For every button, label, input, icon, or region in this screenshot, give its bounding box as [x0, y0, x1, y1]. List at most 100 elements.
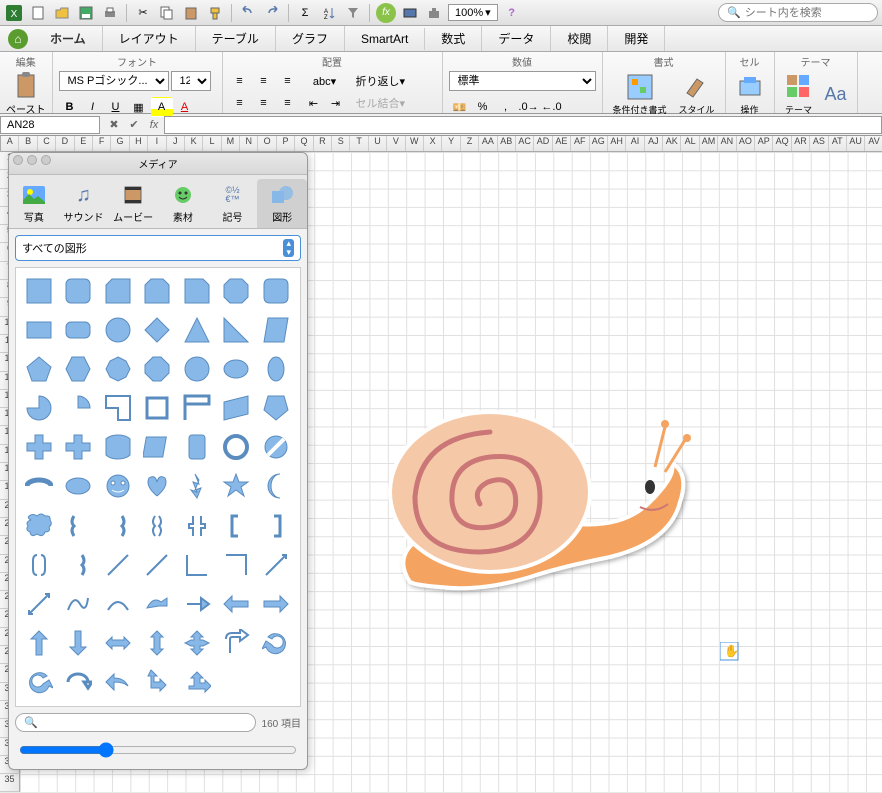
toolbox-icon[interactable]	[424, 3, 444, 23]
font-color-button[interactable]: A	[174, 97, 196, 117]
tab-review[interactable]: 校閲	[551, 26, 608, 51]
shape-item[interactable]	[140, 626, 174, 660]
column-header[interactable]: AU	[847, 136, 865, 151]
shape-item[interactable]	[61, 626, 95, 660]
column-header[interactable]: AV	[865, 136, 882, 151]
shape-item[interactable]	[219, 469, 253, 503]
align-left[interactable]: ≡	[229, 93, 251, 113]
tab-layout[interactable]: レイアウト	[103, 26, 196, 51]
shape-item[interactable]	[22, 430, 56, 464]
help-icon[interactable]: ?	[502, 3, 522, 23]
shape-item[interactable]	[140, 313, 174, 347]
border-button[interactable]: ▦	[128, 97, 150, 117]
bold-button[interactable]: B	[59, 97, 81, 117]
column-header[interactable]: S	[332, 136, 350, 151]
shape-item[interactable]	[259, 352, 293, 386]
shape-item[interactable]	[180, 391, 214, 425]
column-header[interactable]: AO	[737, 136, 755, 151]
shape-item[interactable]	[101, 313, 135, 347]
cancel-icon[interactable]: ✖	[104, 116, 124, 134]
copy-icon[interactable]	[157, 3, 177, 23]
shape-item[interactable]	[22, 548, 56, 582]
media-search-input[interactable]	[38, 717, 247, 729]
cut-icon[interactable]: ✂	[133, 3, 153, 23]
shape-item[interactable]	[259, 430, 293, 464]
column-header[interactable]: AM	[700, 136, 718, 151]
shape-item[interactable]	[180, 274, 214, 308]
indent-decrease[interactable]: ⇤	[303, 93, 325, 113]
shape-item[interactable]	[22, 509, 56, 543]
align-top-left[interactable]: ≡	[229, 71, 251, 91]
column-header[interactable]: AH	[608, 136, 626, 151]
shape-item[interactable]	[22, 626, 56, 660]
shape-item[interactable]	[22, 274, 56, 308]
currency-button[interactable]: 💴	[449, 97, 471, 117]
shape-item[interactable]	[219, 626, 253, 660]
theme-font-button[interactable]: Aa	[821, 82, 851, 107]
paste-icon[interactable]	[181, 3, 201, 23]
column-header[interactable]: AB	[498, 136, 516, 151]
align-center[interactable]: ≡	[253, 93, 275, 113]
column-header[interactable]: N	[240, 136, 258, 151]
shape-item[interactable]	[101, 548, 135, 582]
new-icon[interactable]	[28, 3, 48, 23]
show-icon[interactable]	[400, 3, 420, 23]
shape-item[interactable]	[259, 274, 293, 308]
tab-table[interactable]: テーブル	[196, 26, 276, 51]
name-box[interactable]	[0, 116, 100, 134]
shape-item[interactable]	[61, 352, 95, 386]
shape-item[interactable]	[180, 430, 214, 464]
shape-item[interactable]	[61, 313, 95, 347]
shape-item[interactable]	[101, 274, 135, 308]
column-header[interactable]: K	[185, 136, 203, 151]
column-header[interactable]: AP	[755, 136, 773, 151]
tab-develop[interactable]: 開発	[608, 26, 665, 51]
home-icon[interactable]: ⌂	[8, 29, 28, 49]
tab-smartart[interactable]: SmartArt	[345, 28, 425, 50]
shape-item[interactable]	[219, 587, 253, 621]
theme-button[interactable]: テーマ	[781, 71, 817, 118]
column-header[interactable]: AE	[553, 136, 571, 151]
shape-item[interactable]	[61, 509, 95, 543]
shape-item[interactable]	[22, 469, 56, 503]
shape-item[interactable]	[22, 313, 56, 347]
shape-item[interactable]	[180, 313, 214, 347]
format-painter-icon[interactable]	[205, 3, 225, 23]
tab-data[interactable]: データ	[482, 26, 551, 51]
shape-item[interactable]	[61, 391, 95, 425]
column-header[interactable]: AF	[571, 136, 589, 151]
filter-icon[interactable]	[343, 3, 363, 23]
tab-formula[interactable]: 数式	[425, 26, 482, 51]
column-header[interactable]: J	[167, 136, 185, 151]
column-header[interactable]: AJ	[645, 136, 663, 151]
shape-item[interactable]	[140, 469, 174, 503]
column-header[interactable]: D	[56, 136, 74, 151]
column-header[interactable]: E	[75, 136, 93, 151]
search-box[interactable]: 🔍	[718, 3, 878, 22]
column-header[interactable]: AT	[829, 136, 847, 151]
merge-button[interactable]: セル結合▾	[351, 93, 411, 113]
shape-item[interactable]	[219, 352, 253, 386]
column-header[interactable]: O	[258, 136, 276, 151]
column-header[interactable]: AR	[792, 136, 810, 151]
shape-item[interactable]	[180, 665, 214, 699]
column-header[interactable]: C	[38, 136, 56, 151]
shape-item[interactable]	[259, 469, 293, 503]
shape-item[interactable]	[180, 626, 214, 660]
media-tab-movie[interactable]: ムービー	[108, 179, 158, 228]
align-top-center[interactable]: ≡	[253, 71, 275, 91]
undo-icon[interactable]	[238, 3, 258, 23]
media-tab-symbol[interactable]: ©½€™記号	[208, 179, 258, 228]
shape-item[interactable]	[219, 274, 253, 308]
sort-icon[interactable]: AZ	[319, 3, 339, 23]
number-format-select[interactable]: 標準	[449, 71, 596, 91]
shape-item[interactable]	[61, 587, 95, 621]
shape-item[interactable]	[259, 313, 293, 347]
column-header[interactable]: Q	[295, 136, 313, 151]
shape-item[interactable]	[101, 626, 135, 660]
shape-item[interactable]	[140, 430, 174, 464]
print-icon[interactable]	[100, 3, 120, 23]
shape-item[interactable]	[101, 352, 135, 386]
decimal-inc-button[interactable]: .0→	[518, 97, 540, 117]
column-header[interactable]: AQ	[773, 136, 791, 151]
